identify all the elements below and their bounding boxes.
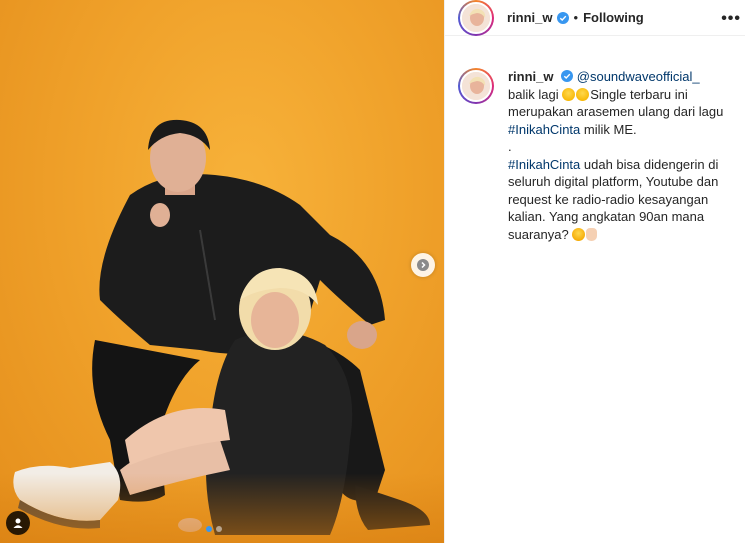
mention-link[interactable]: @soundwaveofficial_: [577, 69, 700, 84]
star-struck-emoji-icon: [562, 87, 576, 101]
carousel-indicator: [206, 526, 222, 532]
tongue-emoji-icon: [572, 227, 586, 241]
post-header: rinni_w • Following •••: [445, 0, 745, 36]
post-photo[interactable]: [0, 0, 444, 543]
header-separator: •: [573, 10, 579, 25]
hashtag-link[interactable]: #InikahCinta: [508, 122, 580, 137]
carousel-dot-active: [206, 526, 212, 532]
caption-avatar[interactable]: [458, 68, 494, 104]
header-avatar[interactable]: [458, 0, 494, 36]
more-options-button[interactable]: •••: [721, 10, 741, 28]
carousel-next-button[interactable]: [411, 253, 435, 277]
caption-block: rinni_w @soundwaveofficial_ balik lagi S…: [458, 68, 738, 243]
star-struck-emoji-icon: [576, 87, 590, 101]
avatar-image: [462, 3, 490, 32]
header-username[interactable]: rinni_w: [507, 10, 553, 25]
hashtag-link[interactable]: #InikahCinta: [508, 157, 580, 172]
user-tags-button[interactable]: [6, 511, 30, 535]
caption-text: rinni_w @soundwaveofficial_ balik lagi S…: [508, 68, 728, 243]
carousel-dot: [216, 526, 222, 532]
verified-badge-icon: [556, 11, 569, 24]
following-button[interactable]: Following: [583, 10, 644, 25]
avatar-image: [462, 72, 490, 100]
caption-fragment: milik ME.: [580, 121, 637, 137]
user-icon: [13, 518, 23, 528]
post-sidebar: rinni_w • Following ••• rinni_w @soundwa…: [444, 0, 745, 543]
photo-illustration: [13, 119, 430, 535]
caption-username[interactable]: rinni_w: [508, 69, 554, 84]
caption-dot-line: .: [508, 139, 512, 154]
verified-badge-icon: [561, 70, 574, 82]
floor-shadow: [0, 473, 444, 543]
caption-fragment: balik lagi: [508, 86, 563, 102]
raised-hand-icon: [586, 227, 598, 241]
chevron-right-icon: [417, 259, 429, 271]
